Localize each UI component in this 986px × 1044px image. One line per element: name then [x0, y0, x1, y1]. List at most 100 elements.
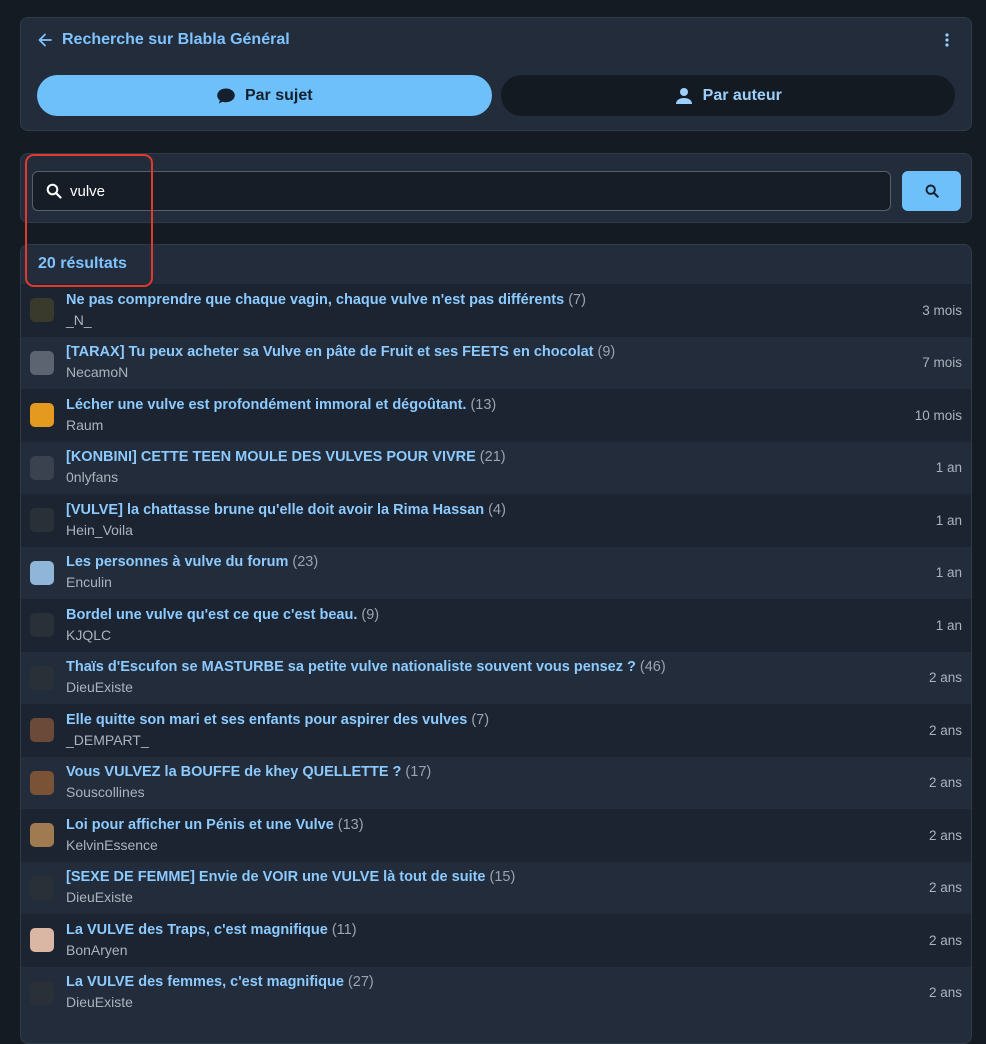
result-row[interactable]: Thaïs d'Escufon se MASTURBE sa petite vu…	[21, 651, 971, 704]
topic-reply-count: (15)	[489, 869, 516, 886]
topic-reply-count: (7)	[471, 711, 490, 728]
topic-title[interactable]: La VULVE des Traps, c'est magnifique	[66, 922, 328, 938]
topic-title[interactable]: [TARAX] Tu peux acheter sa Vulve en pâte…	[66, 344, 594, 360]
topic-line: La VULVE des femmes, c'est magnifique (27…	[66, 973, 919, 991]
person-icon	[674, 86, 694, 106]
result-text: Loi pour afficher un Pénis et une Vulve(…	[66, 816, 919, 854]
search-icon	[925, 184, 939, 198]
topic-title[interactable]: Bordel une vulve qu'est ce que c'est bea…	[66, 607, 357, 623]
topic-age: 2 ans	[928, 827, 962, 843]
topic-title[interactable]: Lécher une vulve est profondément immora…	[66, 397, 466, 413]
topic-reply-count: (46)	[639, 659, 666, 676]
topic-author[interactable]: DieuExiste	[66, 888, 919, 906]
topic-author[interactable]: BonAryen	[66, 941, 919, 959]
result-row[interactable]: [KONBINI] CETTE TEEN MOULE DES VULVES PO…	[21, 441, 971, 494]
topic-author[interactable]: _DEMPART_	[66, 731, 919, 749]
result-row[interactable]: [VULVE] la chattasse brune qu'elle doit …	[21, 494, 971, 547]
search-button[interactable]	[902, 171, 961, 211]
topic-author[interactable]: KelvinEssence	[66, 836, 919, 854]
result-text: Les personnes à vulve du forum (23) Encul…	[66, 553, 926, 591]
search-header-panel: Recherche sur Blabla Général Par sujet P…	[20, 17, 972, 131]
result-row[interactable]: Loi pour afficher un Pénis et une Vulve(…	[21, 809, 971, 862]
topic-author[interactable]: DieuExiste	[66, 993, 919, 1011]
topic-reply-count: (13)	[337, 816, 364, 833]
topic-age: 2 ans	[928, 932, 962, 948]
topic-author[interactable]: Raum	[66, 416, 905, 434]
topic-line: Loi pour afficher un Pénis et une Vulve(…	[66, 816, 919, 834]
topic-author[interactable]: Hein_Voila	[66, 521, 926, 539]
avatar	[30, 560, 54, 585]
topic-age: 2 ans	[928, 775, 962, 791]
topic-title[interactable]: Elle quitte son mari et ses enfants pour…	[66, 712, 467, 728]
topic-title[interactable]: Thaïs d'Escufon se MASTURBE sa petite vu…	[66, 659, 636, 675]
topic-reply-count: (27)	[347, 974, 374, 991]
search-icon	[46, 183, 62, 199]
topic-title[interactable]: Loi pour afficher un Pénis et une Vulve	[66, 817, 334, 833]
topic-age: 2 ans	[928, 670, 962, 686]
speech-bubble-icon	[216, 86, 236, 106]
topic-author[interactable]: NecamoN	[66, 363, 912, 381]
avatar	[30, 875, 54, 900]
result-row[interactable]: Lécher une vulve est profondément immora…	[21, 389, 971, 442]
search-field[interactable]	[32, 171, 891, 211]
topic-title[interactable]: Vous VULVEZ la BOUFFE de khey QUELLETTE …	[66, 764, 401, 780]
topic-title[interactable]: Les personnes à vulve du forum	[66, 554, 288, 570]
search-input[interactable]	[70, 182, 850, 200]
result-text: Lécher une vulve est profondément immora…	[66, 396, 905, 434]
result-row[interactable]: Les personnes à vulve du forum (23) Encul…	[21, 546, 971, 599]
topic-age: 3 mois	[922, 302, 962, 318]
topic-author[interactable]: Souscollines	[66, 783, 919, 801]
result-text: La VULVE des Traps, c'est magnifique (11)…	[66, 921, 919, 959]
result-row[interactable]: Bordel une vulve qu'est ce que c'est bea…	[21, 599, 971, 652]
result-text: Bordel une vulve qu'est ce que c'est bea…	[66, 606, 926, 644]
topic-reply-count: (17)	[405, 764, 432, 781]
avatar	[30, 455, 54, 480]
topic-title[interactable]: [KONBINI] CETTE TEEN MOULE DES VULVES PO…	[66, 449, 476, 465]
topic-title[interactable]: La VULVE des femmes, c'est magnifique	[66, 974, 344, 990]
more-vertical-icon[interactable]	[940, 31, 954, 49]
page-title[interactable]: Recherche sur Blabla Général	[62, 31, 290, 49]
tab-par-sujet[interactable]: Par sujet	[37, 75, 492, 116]
topic-author[interactable]: Enculin	[66, 573, 926, 591]
avatar	[30, 508, 54, 533]
topic-author[interactable]: 0nlyfans	[66, 468, 926, 486]
topic-age: 2 ans	[928, 985, 962, 1001]
result-row[interactable]: Elle quitte son mari et ses enfants pour…	[21, 704, 971, 757]
topic-reply-count: (9)	[361, 606, 380, 623]
result-text: La VULVE des femmes, c'est magnifique (27…	[66, 973, 919, 1011]
topic-title[interactable]: [SEXE DE FEMME] Envie de VOIR une VULVE …	[66, 869, 486, 885]
topic-title[interactable]: [VULVE] la chattasse brune qu'elle doit …	[66, 502, 484, 518]
avatar	[30, 613, 54, 638]
topic-line: [VULVE] la chattasse brune qu'elle doit …	[66, 501, 926, 519]
result-row[interactable]: [TARAX] Tu peux acheter sa Vulve en pâte…	[21, 336, 971, 389]
topic-line: Vous VULVEZ la BOUFFE de khey QUELLETTE …	[66, 763, 919, 781]
result-row[interactable]: Vous VULVEZ la BOUFFE de khey QUELLETTE …	[21, 756, 971, 809]
result-row[interactable]: Ne pas comprendre que chaque vagin, chaq…	[21, 284, 971, 337]
result-text: [KONBINI] CETTE TEEN MOULE DES VULVES PO…	[66, 448, 926, 486]
topic-author[interactable]: KJQLC	[66, 626, 926, 644]
topic-age: 1 an	[935, 565, 962, 581]
search-mode-tabs: Par sujet Par auteur	[37, 75, 955, 116]
avatar	[30, 403, 54, 428]
arrow-left-icon[interactable]	[38, 32, 54, 48]
tab-par-auteur[interactable]: Par auteur	[500, 75, 955, 116]
topic-age: 2 ans	[928, 880, 962, 896]
topic-age: 10 mois	[914, 407, 962, 423]
topic-title[interactable]: Ne pas comprendre que chaque vagin, chaq…	[66, 292, 564, 308]
result-row[interactable]: La VULVE des Traps, c'est magnifique (11)…	[21, 914, 971, 967]
result-text: Ne pas comprendre que chaque vagin, chaq…	[66, 291, 912, 329]
avatar	[30, 770, 54, 795]
result-row[interactable]: [SEXE DE FEMME] Envie de VOIR une VULVE …	[21, 861, 971, 914]
topic-line: Lécher une vulve est profondément immora…	[66, 396, 905, 414]
topic-reply-count: (7)	[568, 291, 586, 308]
avatar	[30, 980, 54, 1005]
topic-line: Ne pas comprendre que chaque vagin, chaq…	[66, 291, 912, 309]
results-count: 20 résultats	[38, 255, 127, 272]
result-row[interactable]: La VULVE des femmes, c'est magnifique (27…	[21, 966, 971, 1019]
result-text: [SEXE DE FEMME] Envie de VOIR une VULVE …	[66, 868, 919, 906]
topic-author[interactable]: DieuExiste	[66, 678, 919, 696]
topic-author[interactable]: _N_	[66, 311, 912, 329]
topic-line: La VULVE des Traps, c'est magnifique (11)	[66, 921, 919, 939]
result-text: [VULVE] la chattasse brune qu'elle doit …	[66, 501, 926, 539]
topic-age: 1 an	[935, 512, 962, 528]
